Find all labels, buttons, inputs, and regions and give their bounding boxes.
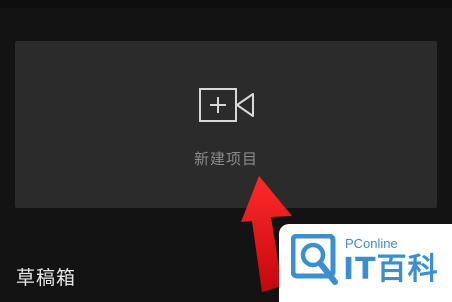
video-add-icon xyxy=(199,88,254,122)
watermark-badge: PConline IT百科 xyxy=(279,224,452,302)
new-project-label: 新建项目 xyxy=(193,150,258,168)
watermark-brand-small: PConline xyxy=(345,236,398,251)
drafts-section-title: 草稿箱 xyxy=(16,267,77,289)
magnifier-logo-icon xyxy=(291,234,338,285)
top-bar xyxy=(0,0,452,8)
watermark-brand-big: IT百科 xyxy=(343,252,439,287)
app-screen: 新建项目 草稿箱 PConline IT百科 xyxy=(0,0,452,302)
